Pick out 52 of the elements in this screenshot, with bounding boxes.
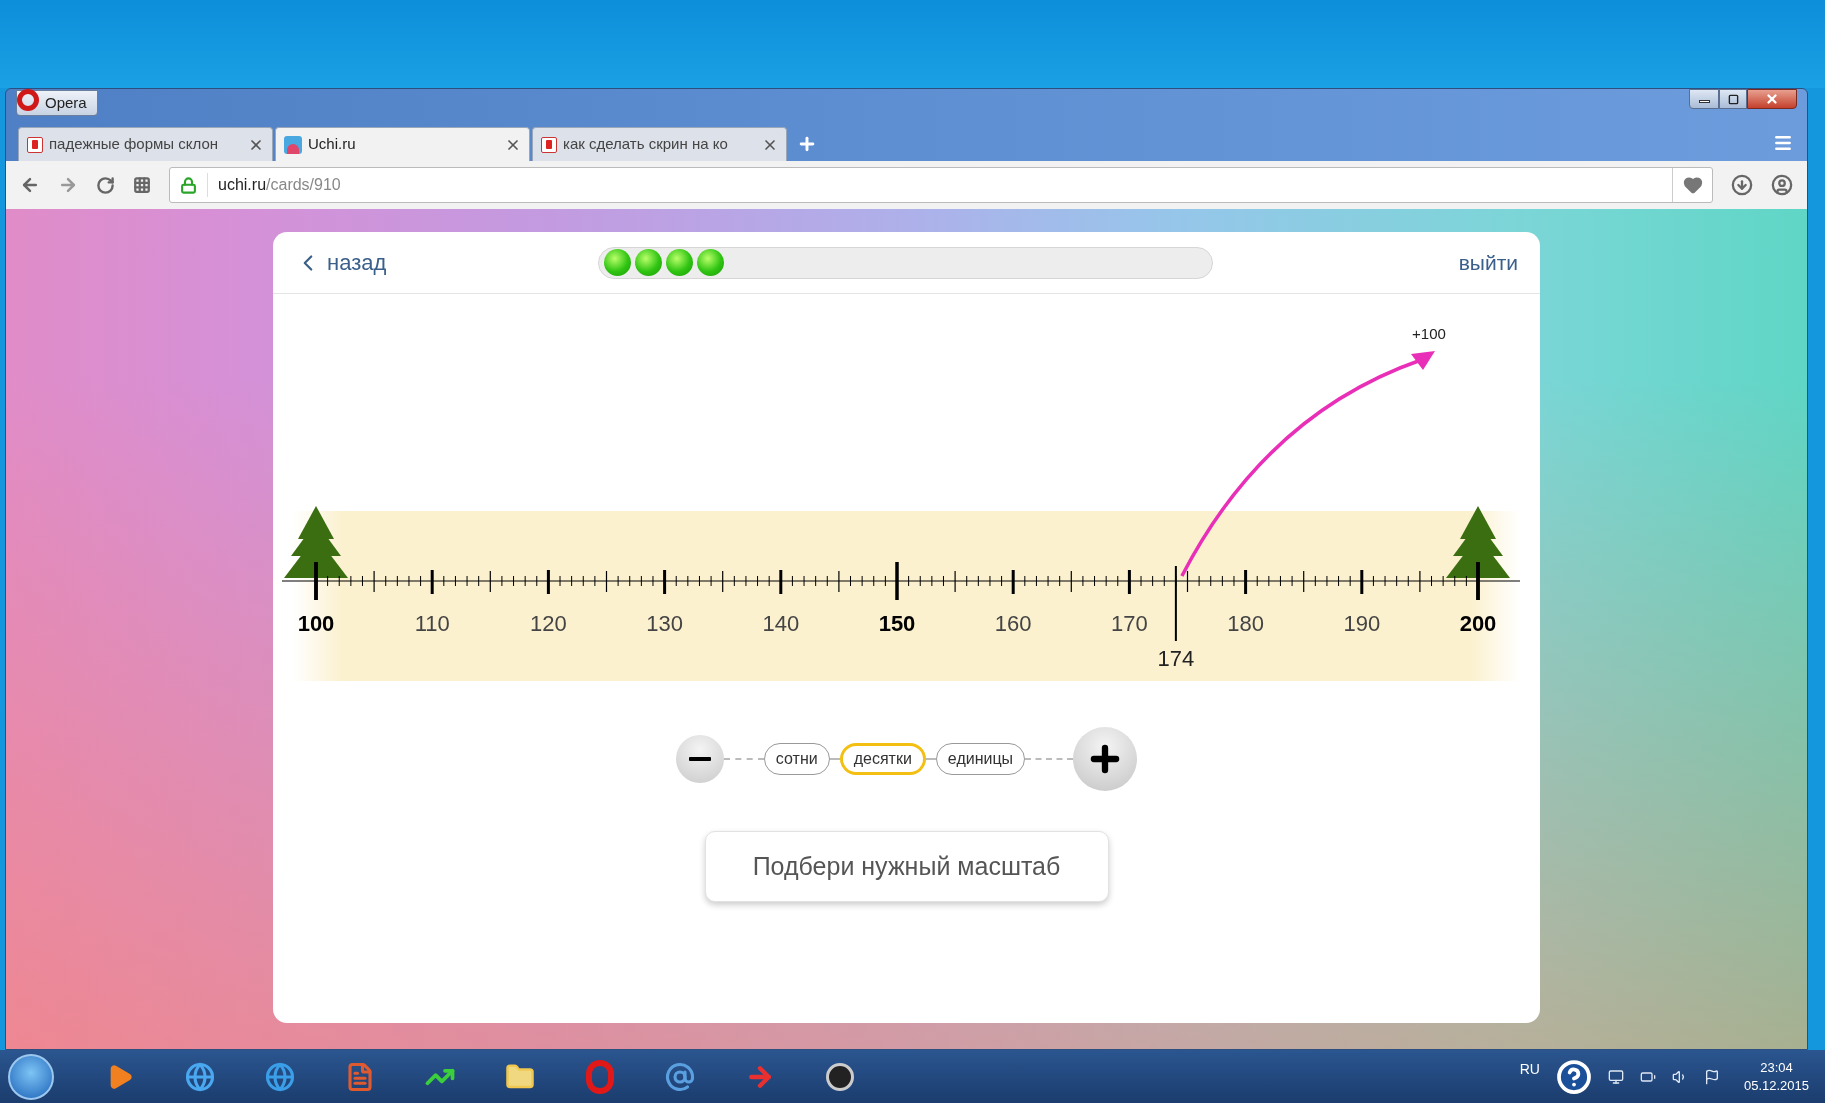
download-icon[interactable] (1731, 174, 1753, 196)
scale-option[interactable]: сотни (763, 743, 830, 775)
address-field[interactable]: uchi.ru/cards/910 (169, 167, 1713, 203)
start-button[interactable] (8, 1053, 54, 1100)
lock-icon (180, 176, 197, 194)
back-icon[interactable] (20, 175, 40, 195)
grid-icon[interactable] (133, 176, 151, 194)
tick-label: 160 (994, 611, 1032, 636)
browser-tab[interactable]: как сделать скрин на ко (532, 127, 787, 161)
maximize-button[interactable] (1719, 89, 1747, 109)
hint-box: Подбери нужный масштаб (704, 831, 1109, 902)
help-icon[interactable] (1555, 1058, 1592, 1095)
tick-label: 130 (646, 611, 683, 636)
flag-icon[interactable] (1703, 1068, 1720, 1085)
close-button[interactable] (1747, 89, 1797, 109)
jump-label: +100 (1412, 325, 1446, 342)
minimize-button[interactable] (1689, 89, 1719, 109)
browser-tab[interactable]: Uchi.ru (275, 127, 530, 161)
tick-label: 200 (1459, 611, 1497, 636)
heart-icon (1682, 175, 1703, 195)
tick-label: 180 (1227, 611, 1264, 636)
back-link[interactable]: назад (295, 246, 555, 279)
tick-label: 140 (762, 611, 800, 636)
monitor-icon[interactable] (1607, 1068, 1624, 1085)
scale-option[interactable]: десятки (839, 743, 926, 775)
opera-menu-button[interactable]: Opera (16, 90, 98, 116)
minus-icon (688, 757, 711, 761)
tick-label: 150 (878, 611, 916, 636)
zoom-out-button[interactable] (675, 735, 724, 783)
reload-icon[interactable] (96, 175, 115, 195)
ring-icon (17, 89, 39, 111)
menu-icon[interactable] (1773, 133, 1793, 153)
maximize-icon (1727, 93, 1739, 105)
language-indicator[interactable]: RU (1519, 1059, 1540, 1080)
tick-label: 100 (297, 611, 335, 636)
browser-tab[interactable]: падежные формы склон (18, 127, 273, 161)
exit-link[interactable]: выйти (1458, 246, 1518, 279)
new-tab-icon[interactable] (797, 134, 817, 154)
close-icon (1765, 92, 1779, 106)
tick-label: 110 (414, 611, 450, 636)
favicon-icon (541, 136, 557, 153)
url-text: uchi.ru/cards/910 (218, 175, 341, 195)
marker-label: 174 (1157, 646, 1195, 671)
favicon-icon (284, 135, 302, 154)
forward-icon[interactable] (58, 175, 78, 195)
clock[interactable]: 23:04 05.12.2015 (1735, 1058, 1817, 1095)
favicon-icon (27, 136, 43, 153)
scale-option[interactable]: единицы (935, 743, 1026, 775)
tick-label: 190 (1343, 611, 1381, 636)
tick-label: 170 (1111, 611, 1148, 636)
tick-label: 120 (530, 611, 567, 636)
user-icon[interactable] (1771, 174, 1793, 196)
